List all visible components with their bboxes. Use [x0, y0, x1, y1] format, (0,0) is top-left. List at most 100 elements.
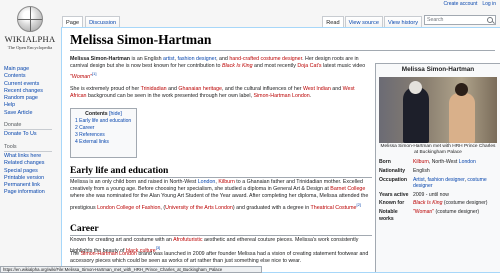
infobox-photo[interactable]	[379, 76, 497, 143]
brand-paragraph: The Simon-Hartman London brand was launc…	[70, 251, 372, 265]
link-barnet-college[interactable]: Barnet College	[330, 186, 365, 192]
link-afrofuturistic[interactable]: Afrofuturistic	[173, 237, 202, 243]
infobox-row-years-active: Years active 2009 - until now	[376, 191, 500, 200]
text: (costume designer)	[434, 208, 480, 215]
link-university-of-the-arts[interactable]: University of the Arts London	[165, 204, 233, 210]
infobox-value: Kilburn, North-West London	[413, 159, 497, 166]
infobox-row-nationality: Nationality English	[376, 167, 500, 176]
login-link[interactable]: Log in	[482, 1, 496, 7]
table-of-contents: Contents [hide] 1 Early life and educati…	[70, 108, 137, 158]
section-heading-early-life: Early life and education	[70, 165, 169, 176]
search-icon[interactable]	[487, 17, 493, 23]
link-artist-infobox[interactable]: Artist	[413, 177, 425, 183]
infobox-label: Born	[379, 159, 391, 166]
link-artist[interactable]: artist	[163, 56, 174, 62]
infobox-value: 2009 - until now	[413, 191, 449, 198]
link-trinidadian[interactable]: Trinidadian	[141, 86, 167, 92]
link-kilburn[interactable]: Kilburn	[218, 179, 235, 185]
link-black-is-king[interactable]: Black Is King	[222, 63, 253, 69]
link-black-is-king-infobox[interactable]: Black Is King	[413, 200, 442, 206]
photo-background	[379, 76, 497, 143]
sidebar-item-printable-version[interactable]: Printable version	[4, 175, 60, 182]
sidebar: Main page Contents Current events Recent…	[4, 66, 60, 197]
infobox-title: Melissa Simon-Hartman	[401, 66, 475, 73]
link-west-indian[interactable]: West Indian	[303, 86, 331, 92]
page-title: Melissa Simon-Hartman	[70, 32, 212, 47]
sidebar-item-donate[interactable]: Donate To Us	[4, 131, 60, 138]
infobox-rows: Born Kilburn, North-West London National…	[376, 158, 500, 223]
heritage-paragraph: She is extremely proud of her Trinidadia…	[70, 86, 372, 100]
sidebar-heading-donate: Donate	[4, 122, 52, 131]
sidebar-item-related-changes[interactable]: Related changes	[4, 160, 60, 167]
sidebar-item-current-events[interactable]: Current events	[4, 81, 60, 88]
text: , North-West	[428, 159, 459, 166]
infobox-label: Years active	[379, 191, 409, 198]
text: ) and graduated with a degree in	[232, 204, 311, 211]
sidebar-item-help[interactable]: Help	[4, 102, 60, 109]
link-simon-hartman-london[interactable]: Simon-Hartman London	[253, 93, 309, 99]
text: background can be seen in the work prese…	[86, 93, 254, 100]
section-divider	[70, 177, 372, 178]
text: and	[330, 86, 343, 92]
sidebar-item-permanent-link[interactable]: Permanent link	[4, 182, 60, 189]
title-divider	[70, 50, 495, 51]
text: latest music video	[321, 63, 366, 70]
link-woman[interactable]: "Woman"	[70, 74, 92, 80]
photo-head-melissa	[455, 82, 468, 96]
link-simon-hartman-london-brand[interactable]: Simon-Hartman London	[81, 251, 137, 257]
logo-name: WIKIALPHA	[4, 34, 56, 44]
sidebar-item-save-article[interactable]: Save Article	[4, 110, 60, 117]
toc-item-career[interactable]: 2 Career	[75, 125, 132, 132]
infobox-row-born: Born Kilburn, North-West London	[376, 158, 500, 167]
sidebar-item-contents[interactable]: Contents	[4, 73, 60, 80]
toc-item-references[interactable]: 3 References	[75, 132, 132, 139]
infobox: Melissa Simon-Hartman Melissa Simon-Hart…	[375, 63, 500, 272]
intro-paragraph: Melissa Simon-Hartman is an English arti…	[70, 56, 372, 81]
link-fashion-designer-infobox[interactable]: fashion designer	[427, 177, 464, 183]
infobox-label: Known for	[379, 200, 405, 207]
text: and most recently	[252, 63, 298, 70]
toc-title: Contents [hide]	[75, 111, 132, 118]
site-logo[interactable]: WIKIALPHA The Open Encyclopedia	[0, 0, 60, 62]
browser-status-bar: https://en.wikialpha.org/wiki/File:Melis…	[0, 266, 262, 273]
search-input[interactable]: Search	[424, 15, 496, 25]
sidebar-item-page-information[interactable]: Page information	[4, 189, 60, 196]
reference-2[interactable]: [2]	[356, 202, 360, 207]
toc-hide-toggle[interactable]: [hide]	[109, 111, 122, 117]
text: She is extremely proud of her	[70, 86, 141, 92]
link-ghanaian-heritage[interactable]: Ghanaian heritage	[178, 86, 222, 92]
link-london[interactable]: London	[198, 179, 216, 185]
link-fashion-designer[interactable]: fashion designer	[177, 56, 216, 62]
sidebar-item-main-page[interactable]: Main page	[4, 66, 60, 73]
link-costume-designer[interactable]: hand-crafted costume designer	[229, 56, 302, 62]
link-london-college-of-fashion[interactable]: London College of Fashion	[97, 204, 160, 210]
sidebar-item-random-page[interactable]: Random page	[4, 95, 60, 102]
infobox-value: Artist, fashion designer, costume design…	[413, 177, 497, 190]
reference-1[interactable]: [1]	[92, 71, 96, 76]
text: .	[309, 93, 312, 100]
sidebar-item-what-links-here[interactable]: What links here	[4, 153, 60, 160]
section-heading-career: Career	[70, 223, 99, 234]
photo-figure-prince	[403, 86, 429, 143]
infobox-label: Occupation	[379, 176, 408, 183]
reference-3[interactable]: [3]	[156, 245, 160, 250]
link-theatrical-costume[interactable]: Theatrical Costume	[311, 204, 357, 210]
infobox-value: English	[413, 168, 430, 174]
subject-name: Melissa Simon-Hartman	[70, 56, 131, 62]
infobox-value: Black Is King (costume designer)	[413, 200, 497, 207]
toc-item-early-life[interactable]: 1 Early life and education	[75, 118, 132, 125]
link-woman-infobox[interactable]: "Woman"	[413, 209, 434, 215]
link-kilburn-infobox[interactable]: Kilburn	[413, 159, 429, 165]
sidebar-item-recent-changes[interactable]: Recent changes	[4, 88, 60, 95]
logo-tagline: The Open Encyclopedia	[7, 45, 53, 50]
early-life-paragraph: Melissa is an only child born and raised…	[70, 179, 372, 212]
text: , and	[216, 56, 230, 62]
infobox-row-known-for: Known for Black Is King (costume designe…	[376, 199, 500, 208]
link-london-infobox[interactable]: London	[459, 159, 476, 165]
globe-logo-icon	[17, 6, 43, 32]
link-doja-cat[interactable]: Doja Cat's	[297, 63, 321, 69]
toc-item-external-links[interactable]: 4 External links	[75, 139, 132, 146]
sidebar-item-special-pages[interactable]: Special pages	[4, 168, 60, 175]
article-content: Melissa Simon-Hartman Melissa Simon-Hart…	[61, 27, 500, 273]
create-account-link[interactable]: Create account	[443, 1, 477, 7]
